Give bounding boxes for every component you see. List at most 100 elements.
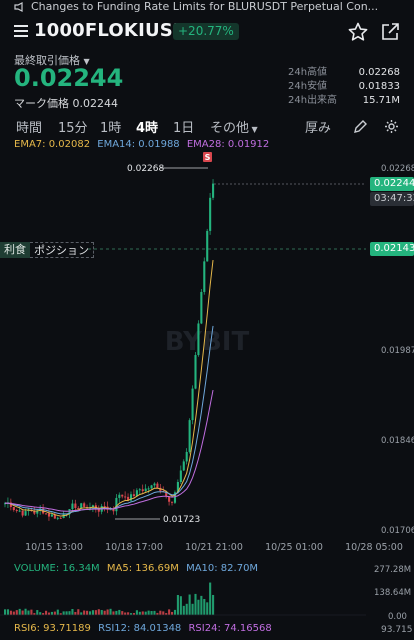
tab-more[interactable]: その他 ▼ <box>210 117 258 136</box>
y-tick: 0.01987 <box>381 346 414 356</box>
volume-bar <box>109 608 112 615</box>
stat-low: 24h安値 0.01833 <box>288 81 400 92</box>
volume-bar <box>50 611 53 615</box>
volume-bar <box>103 610 106 615</box>
volume-bar <box>4 609 7 615</box>
volume-bar <box>74 611 77 615</box>
take-profit-label: 利食 <box>0 242 30 258</box>
tab-15m[interactable]: 15分 <box>58 117 88 136</box>
volume-bar <box>127 612 130 615</box>
candle <box>206 230 209 262</box>
mark-price: マーク価格 0.02244 <box>14 97 118 110</box>
volume-bar <box>135 610 138 615</box>
volume-bar <box>27 610 30 615</box>
volume-bar <box>106 609 109 615</box>
volume-bar <box>209 582 212 615</box>
volume-bar <box>144 611 147 615</box>
volume-bar <box>173 609 177 615</box>
candle <box>171 501 174 503</box>
ema-legend: EMA7: 0.02082 EMA14: 0.01988 EMA28: 0.01… <box>14 139 269 150</box>
candle <box>121 494 124 497</box>
ma10-label: MA10: 82.70M <box>186 563 259 574</box>
pencil-icon[interactable] <box>353 119 368 134</box>
price-chart[interactable]: BYBIT 0.02268 0.01723 S 0.02268 0.01987 … <box>0 150 414 620</box>
rsi24-label: RSI24: 74.16568 <box>188 623 272 634</box>
candle <box>209 197 212 231</box>
candle <box>185 451 188 462</box>
volume-bar <box>6 609 10 615</box>
timeframe-tabs: 時間 15分 1時 4時 1日 その他 ▼ 厚み <box>0 117 414 137</box>
menu-icon[interactable] <box>14 24 28 38</box>
volume-bar <box>182 605 185 615</box>
y-tick: 0.01706 <box>381 526 414 536</box>
volume-label: VOLUME: 16.34M <box>14 563 100 574</box>
candle <box>188 420 191 452</box>
current-price-tag: 0.02244 <box>370 177 414 191</box>
volume-bar <box>138 611 141 615</box>
volume-bar <box>200 595 203 615</box>
take-profit-tag[interactable]: 利食 ポジション <box>0 242 94 258</box>
volume-bar <box>112 611 115 615</box>
volume-bar <box>24 608 27 615</box>
volume-bar <box>206 602 209 615</box>
settings-icon[interactable] <box>384 119 399 134</box>
low-annotation: 0.01723 <box>163 515 200 525</box>
volume-bar <box>71 609 74 615</box>
vol-y-tick: 0.00 <box>388 612 407 620</box>
ema-line <box>4 389 214 512</box>
vol-y-tick: 277.28M <box>374 565 411 575</box>
volume-bar <box>39 612 42 615</box>
caret-down-icon: ▼ <box>249 125 258 134</box>
tab-1h[interactable]: 1時 <box>100 117 121 136</box>
tab-time[interactable]: 時間 <box>16 117 42 136</box>
svg-text:S: S <box>205 153 211 162</box>
volume-bar <box>65 611 68 615</box>
volume-bar <box>176 594 179 615</box>
x-tick: 10/25 01:00 <box>265 542 323 553</box>
candle <box>179 470 182 482</box>
candle <box>77 507 80 509</box>
share-icon[interactable] <box>380 22 400 42</box>
candle <box>135 490 138 497</box>
volume-bar <box>118 609 121 615</box>
volume-bar <box>197 599 200 615</box>
volume-bar <box>36 610 39 615</box>
candle <box>150 485 153 489</box>
volume-bar <box>9 610 12 615</box>
candle <box>141 489 144 492</box>
take-profit-price-tag: 0.02143 <box>370 242 414 256</box>
volume-bar <box>83 610 86 615</box>
volume-bar <box>179 596 182 615</box>
candle <box>24 511 27 516</box>
vol-y-tick: 138.64M <box>374 588 411 598</box>
candle <box>203 261 206 292</box>
tab-1d[interactable]: 1日 <box>173 117 194 136</box>
candle <box>147 488 150 490</box>
ema14-label: EMA14: 0.01988 <box>97 139 180 150</box>
announcement-ticker[interactable]: Changes to Funding Rate Limits for BLURU… <box>0 0 414 12</box>
star-icon[interactable] <box>348 22 368 42</box>
candle <box>50 514 53 517</box>
candle <box>138 489 141 491</box>
candle <box>103 506 106 508</box>
x-tick: 10/18 17:00 <box>105 542 163 553</box>
volume-bar <box>203 598 206 615</box>
rsi12-label: RSI12: 84.01348 <box>98 623 182 634</box>
stat-volume: 24h出来高 15.71M <box>288 95 400 106</box>
ma5-label: MA5: 136.69M <box>106 563 179 574</box>
countdown-tag: 03:47:33 <box>370 192 414 206</box>
tab-4h[interactable]: 4時 <box>136 117 158 136</box>
candle <box>118 494 121 498</box>
candle <box>71 503 74 510</box>
candle <box>124 496 127 498</box>
rsi-legend: RSI6: 93.71189 RSI12: 84.01348 RSI24: 74… <box>14 623 272 634</box>
volume-bar <box>188 594 191 615</box>
depth-button[interactable]: 厚み <box>305 117 331 136</box>
volume-bar <box>15 610 18 615</box>
stat-high: 24h高値 0.02268 <box>288 67 400 78</box>
ticker-text: Changes to Funding Rate Limits for BLURU… <box>31 0 379 12</box>
volume-bar <box>153 610 156 615</box>
volume-bar <box>45 610 48 615</box>
high-annotation: 0.02268 <box>127 164 164 174</box>
volume-bar <box>18 608 21 615</box>
